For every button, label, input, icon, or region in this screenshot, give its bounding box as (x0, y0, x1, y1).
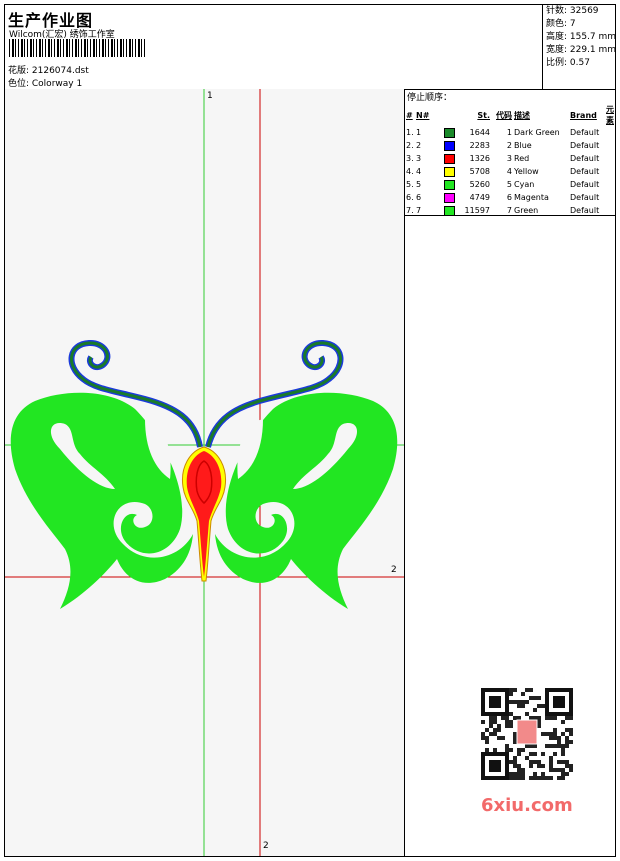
row-code: 2 (416, 141, 422, 150)
design-stats: 针数: 32569 颜色: 7 高度: 155.7 mm 宽度: 229.1 m… (542, 5, 616, 89)
row-brand: Default (570, 193, 600, 202)
row-code: 1 (416, 128, 422, 137)
row-swatch (443, 126, 461, 139)
table-row: 2. 2 2283 2 Blue Default (405, 139, 615, 152)
row-code: 4 (416, 167, 422, 176)
table-row: 6. 6 4749 6 Magenta Default (405, 191, 615, 204)
row-brand: Default (570, 154, 600, 163)
col-header-description: 描述 (514, 110, 530, 120)
row-brand: Default (570, 128, 600, 137)
row-element (605, 139, 615, 152)
color-swatch (444, 192, 455, 203)
color-count: 颜色: 7 (546, 19, 576, 29)
color-swatch (444, 205, 455, 216)
row-brand: Default (570, 180, 600, 189)
row-code: 3 (416, 154, 422, 163)
row-number: 4 (506, 167, 512, 176)
row-stitches: 5708 (469, 167, 490, 176)
row-description: Dark Green (514, 128, 560, 137)
table-divider (405, 215, 615, 216)
row-stitches: 1326 (469, 154, 490, 163)
watermark-site: 6xiu.com (481, 795, 573, 816)
color-swatch (444, 153, 455, 164)
row-swatch (443, 178, 461, 191)
design-height: 高度: 155.7 mm (546, 32, 617, 42)
qr-code (471, 684, 581, 784)
colorway-label: 色位: Colorway 1 (8, 79, 83, 89)
row-brand: Default (570, 167, 600, 176)
row-code: 5 (416, 180, 422, 189)
row-description: Magenta (514, 193, 549, 202)
row-element (605, 178, 615, 191)
row-index: 1. (406, 128, 414, 137)
row-number: 1 (506, 128, 512, 137)
stop-sequence-rows: 1. 1 1644 1 Dark Green Default 2. 2 2283 2 Blue Def… (405, 126, 615, 217)
butterfly-design (5, 89, 404, 856)
row-number: 2 (506, 141, 512, 150)
row-index: 6. (406, 193, 414, 202)
row-description: Yellow (514, 167, 539, 176)
row-number: 3 (506, 154, 512, 163)
col-header-index: # (406, 110, 413, 120)
barcode (9, 39, 147, 57)
design-file-label: 花版: 2126074.dst (8, 66, 89, 76)
color-swatch (444, 179, 455, 190)
design-preview: 1 2 2 (5, 89, 405, 856)
row-index: 5. (406, 180, 414, 189)
row-description: Blue (514, 141, 532, 150)
row-index: 3. (406, 154, 414, 163)
stitch-count: 针数: 32569 (546, 6, 599, 16)
row-stitches: 5260 (469, 180, 490, 189)
row-code: 6 (416, 193, 422, 202)
col-header-code: N# (416, 110, 430, 120)
row-element (605, 152, 615, 165)
color-swatch (444, 127, 455, 138)
design-width: 宽度: 229.1 mm (546, 45, 617, 55)
row-swatch (443, 165, 461, 178)
table-row: 5. 5 5260 5 Cyan Default (405, 178, 615, 191)
color-swatch (444, 140, 455, 151)
header: 生产作业图 Wilcom(汇宏) 绣饰工作室 花版: 2126074.dst 色… (5, 5, 616, 90)
row-description: Cyan (514, 180, 535, 189)
row-stitches: 1644 (469, 128, 490, 137)
table-row: 3. 3 1326 3 Red Default (405, 152, 615, 165)
production-sheet: 生产作业图 Wilcom(汇宏) 绣饰工作室 花版: 2126074.dst 色… (4, 4, 616, 857)
axis-label-v-top: 1 (207, 91, 213, 101)
row-swatch (443, 139, 461, 152)
row-element (605, 165, 615, 178)
row-brand: Default (570, 141, 600, 150)
row-element (605, 191, 615, 204)
stop-sequence-title: 停止顺序： (407, 93, 453, 103)
col-header-element: 元素 (606, 105, 614, 125)
butterfly-body (186, 451, 222, 577)
col-header-number: 代码 (496, 110, 512, 120)
axis-label-v-bottom: 2 (263, 841, 269, 851)
col-header-swatch (443, 104, 461, 126)
color-swatch (444, 166, 455, 177)
qr-code-graphic (481, 688, 573, 780)
axis-label-h-right: 2 (391, 565, 397, 575)
row-description: Red (514, 154, 530, 163)
table-row: 4. 4 5708 4 Yellow Default (405, 165, 615, 178)
row-stitches: 4749 (469, 193, 490, 202)
stop-sequence-table: # N# St. 代码 描述 Brand 元素 1. 1 1644 1 Dark Gre… (405, 104, 615, 217)
row-number: 6 (506, 193, 512, 202)
col-header-brand: Brand (570, 110, 597, 120)
row-swatch (443, 152, 461, 165)
row-stitches: 2283 (469, 141, 490, 150)
row-swatch (443, 191, 461, 204)
row-number: 5 (506, 180, 512, 189)
row-index: 4. (406, 167, 414, 176)
table-row: 1. 1 1644 1 Dark Green Default (405, 126, 615, 139)
col-header-stitches: St. (477, 110, 490, 120)
row-element (605, 126, 615, 139)
scale: 比例: 0.57 (546, 58, 590, 68)
row-index: 2. (406, 141, 414, 150)
